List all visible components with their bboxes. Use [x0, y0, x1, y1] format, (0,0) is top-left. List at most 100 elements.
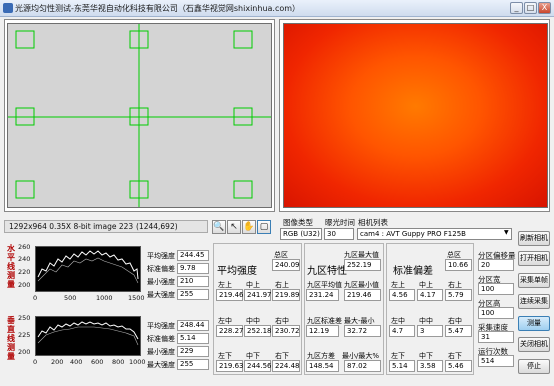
heatmap-view[interactable]	[283, 23, 548, 208]
camera-select[interactable]: cam4 : AVT Guppy PRO F125B	[357, 228, 512, 240]
roi-overlay	[8, 24, 271, 207]
std-cell-value: 4.17	[417, 289, 443, 301]
fit-window-icon[interactable]: ▢	[257, 220, 271, 234]
v-ytick: 225	[18, 331, 31, 339]
std-cell-value: 3	[417, 325, 443, 337]
std-cell-value: 3.58	[417, 360, 443, 372]
horizontal-trace	[37, 250, 139, 284]
std-cell-value: 5.47	[445, 325, 472, 337]
vertical-measure-label: 垂直线测量	[7, 316, 15, 361]
h-std-value: 9.78	[177, 263, 209, 274]
v-avg-label: 平均强度	[147, 322, 175, 330]
open-camera-button[interactable]: 打开相机	[518, 251, 550, 266]
horizontal-profile-plot	[35, 246, 141, 292]
chevron-down-icon[interactable]: ▼	[504, 229, 509, 236]
v-min-value: 229	[177, 346, 209, 357]
exposure-label: 曝光时间	[325, 218, 355, 227]
h-ytick: 200	[18, 281, 31, 289]
h-min-value: 210	[177, 276, 209, 287]
app-icon	[3, 3, 13, 13]
std-cell-value: 4.7	[389, 325, 415, 337]
avg-cell-value: 252.18	[244, 325, 272, 337]
zoom-icon[interactable]: 🔍	[212, 220, 226, 234]
exposure-input[interactable]: 30	[324, 228, 354, 240]
std-cell-value: 5.14	[389, 360, 415, 372]
vertical-trace	[37, 321, 139, 346]
continuous-capture-button[interactable]: 连续采集	[518, 294, 550, 309]
zone-height-input[interactable]: 100	[478, 307, 514, 319]
nine-zone-ratio-value: 87.02	[344, 360, 381, 372]
std-dev-title: 标准偏差	[393, 266, 433, 277]
single-capture-button[interactable]: 采集单帧	[518, 273, 550, 288]
run-count-value: 514	[478, 355, 514, 367]
std-total-value: 10.66	[445, 259, 472, 271]
avg-cell-value: 241.97	[244, 289, 272, 301]
avg-cell-value: 244.56	[244, 360, 272, 372]
v-max-value: 255	[177, 359, 209, 370]
roi-bottom-right	[233, 180, 253, 199]
h-std-label: 标准偏差	[147, 265, 175, 273]
h-avg-label: 平均强度	[147, 252, 175, 260]
vertical-profile-plot	[35, 316, 141, 356]
image-type-label: 图像类型	[283, 218, 313, 227]
v-max-label: 最大强度	[147, 361, 175, 369]
image-type-select[interactable]: RGB (U32)	[280, 228, 322, 240]
v-avg-value: 248.44	[177, 320, 209, 331]
v-xtick: 0	[33, 358, 38, 366]
avg-cell-value: 228.27	[216, 325, 244, 337]
v-ytick: 200	[18, 348, 31, 356]
minimize-button[interactable]: _	[510, 2, 523, 14]
avg-intensity-title: 平均强度	[217, 266, 257, 277]
h-ytick: 220	[18, 268, 31, 276]
measure-button[interactable]: 测量	[518, 316, 550, 331]
nine-zone-min-value: 219.46	[344, 289, 381, 301]
avg-total-value: 240.09	[272, 259, 300, 271]
h-ytick: 240	[18, 255, 31, 263]
avg-cell-value: 230.72	[272, 325, 300, 337]
maximize-button[interactable]: □	[524, 2, 537, 14]
zone-width-input[interactable]: 100	[478, 283, 514, 295]
nine-zone-title: 九区特性	[307, 266, 347, 277]
std-cell-value: 4.56	[389, 289, 415, 301]
std-cell-value: 5.46	[445, 360, 472, 372]
h-avg-value: 244.45	[177, 250, 209, 261]
v-xtick: 800	[112, 358, 125, 366]
raw-image-view[interactable]	[7, 23, 272, 208]
nine-zone-range-value: 32.72	[344, 325, 381, 337]
h-xtick: 500	[64, 294, 77, 302]
refresh-camera-button[interactable]: 刷新相机	[518, 231, 550, 246]
cursor-coords: (1244,692)	[136, 222, 178, 231]
window-title: 光源均匀性测试-东莞华视自动化科技有限公司（石鑫华视觉网shixinhua.co…	[15, 4, 301, 13]
std-cell-value: 5.79	[445, 289, 472, 301]
horizontal-measure-label: 水平线测量	[7, 244, 15, 289]
nine-zone-var-value: 148.54	[306, 360, 339, 372]
roi-bottom-left	[15, 180, 35, 199]
close-button[interactable]: X	[538, 2, 551, 14]
offset-input[interactable]: 20	[478, 259, 514, 271]
roi-top-right	[233, 30, 253, 49]
v-xtick: 1000	[129, 358, 146, 366]
h-xtick: 0	[33, 294, 38, 302]
capture-speed-value: 31	[478, 331, 514, 343]
h-max-value: 255	[177, 289, 209, 300]
image-info: 1292x964 0.35X 8-bit image 223	[9, 222, 134, 231]
nine-zone-avg-value: 231.24	[306, 289, 339, 301]
avg-cell-value: 219.46	[216, 289, 244, 301]
nine-zone-std-value: 12.19	[306, 325, 339, 337]
h-xtick: 1000	[96, 294, 113, 302]
avg-cell-value: 224.48	[272, 360, 300, 372]
camera-list-label: 相机列表	[358, 218, 388, 227]
pan-hand-icon[interactable]: ✋	[242, 220, 256, 234]
v-std-label: 标准偏差	[147, 335, 175, 343]
h-xtick: 1500	[128, 294, 145, 302]
h-max-label: 最大强度	[147, 291, 175, 299]
pointer-icon[interactable]: ↖	[227, 220, 241, 234]
roi-top-left	[15, 30, 35, 49]
avg-cell-value: 219.63	[216, 360, 244, 372]
stop-button[interactable]: 停止	[518, 359, 550, 374]
v-std-value: 5.14	[177, 333, 209, 344]
close-camera-button[interactable]: 关闭相机	[518, 337, 550, 352]
v-min-label: 最小强度	[147, 348, 175, 356]
v-xtick: 200	[51, 358, 64, 366]
h-ytick: 260	[18, 243, 31, 251]
